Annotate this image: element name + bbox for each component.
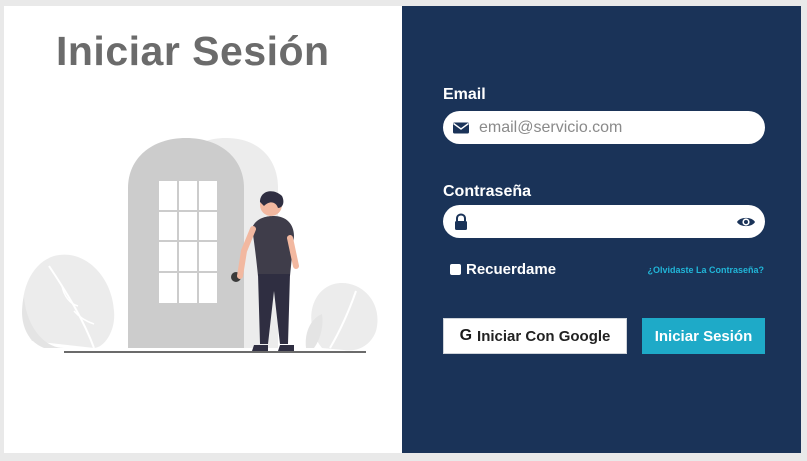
envelope-icon [453, 122, 469, 134]
remember-me-checkbox[interactable]: Recuerdame [450, 261, 556, 278]
door-window [159, 181, 217, 303]
email-input[interactable] [479, 111, 729, 144]
password-field[interactable] [443, 205, 765, 238]
page-title: Iniciar Sesión [56, 28, 330, 74]
eye-icon[interactable] [736, 213, 756, 231]
login-form-panel: Email Contraseña Recuerdame [402, 6, 801, 453]
login-button[interactable]: Iniciar Sesión [642, 318, 765, 354]
google-icon: G [459, 327, 473, 344]
illustration-panel: Iniciar Sesión [4, 6, 402, 453]
google-login-button[interactable]: G Iniciar Con Google [443, 318, 627, 354]
password-input[interactable] [479, 205, 729, 238]
google-login-label: Iniciar Con Google [477, 327, 611, 345]
login-card: Iniciar Sesión Email email@servicio.com … [4, 6, 801, 453]
remember-me-label: Recuerdame [466, 261, 557, 278]
door-person-illustration [22, 138, 378, 353]
right-plant-leaf [305, 283, 378, 351]
email-field[interactable] [443, 111, 765, 144]
email-label: Email [443, 86, 486, 103]
checkbox-box[interactable] [450, 264, 461, 275]
password-label: Contraseña [443, 183, 532, 200]
lock-icon [455, 213, 467, 230]
forgot-password-link[interactable]: ¿Olvidaste La Contraseña? [647, 265, 764, 275]
left-plant-leaf [22, 254, 115, 349]
